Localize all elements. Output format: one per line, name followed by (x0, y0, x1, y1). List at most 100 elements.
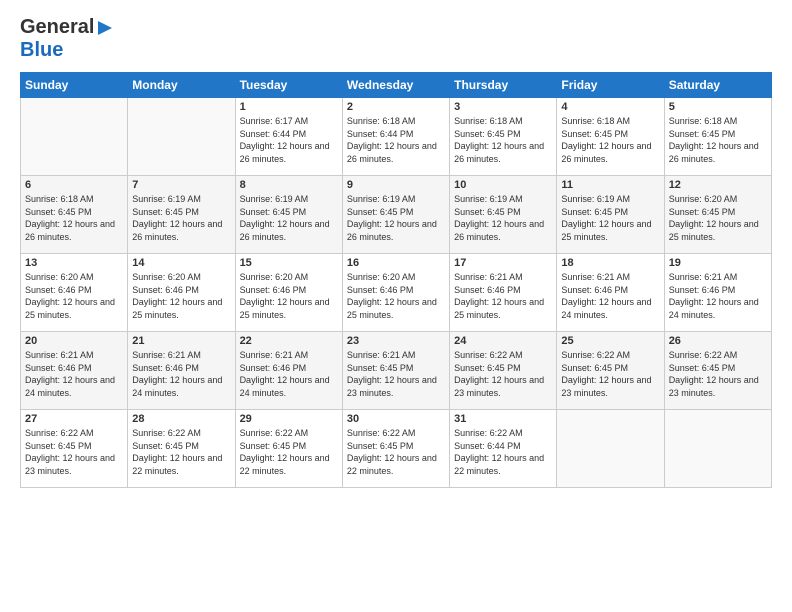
day-info: Sunrise: 6:21 AM Sunset: 6:46 PM Dayligh… (669, 271, 767, 321)
logo-blue-text: Blue (20, 39, 63, 61)
day-number: 20 (25, 335, 123, 347)
day-number: 12 (669, 179, 767, 191)
day-number: 24 (454, 335, 552, 347)
calendar-cell: 7 Sunrise: 6:19 AM Sunset: 6:45 PM Daylig… (128, 176, 235, 254)
day-info: Sunrise: 6:22 AM Sunset: 6:45 PM Dayligh… (240, 427, 338, 477)
day-info: Sunrise: 6:20 AM Sunset: 6:46 PM Dayligh… (347, 271, 445, 321)
day-header-wednesday: Wednesday (342, 73, 449, 98)
calendar-cell: 27 Sunrise: 6:22 AM Sunset: 6:45 PM Dayli… (21, 410, 128, 488)
page: General Blue SundayMondayTuesdayWednesda… (0, 0, 792, 612)
day-info: Sunrise: 6:21 AM Sunset: 6:46 PM Dayligh… (561, 271, 659, 321)
day-header-thursday: Thursday (450, 73, 557, 98)
day-number: 3 (454, 101, 552, 113)
calendar-cell: 12 Sunrise: 6:20 AM Sunset: 6:45 PM Dayli… (664, 176, 771, 254)
day-number: 28 (132, 413, 230, 425)
day-info: Sunrise: 6:22 AM Sunset: 6:45 PM Dayligh… (25, 427, 123, 477)
day-number: 17 (454, 257, 552, 269)
day-number: 31 (454, 413, 552, 425)
day-info: Sunrise: 6:21 AM Sunset: 6:46 PM Dayligh… (454, 271, 552, 321)
calendar-cell: 17 Sunrise: 6:21 AM Sunset: 6:46 PM Dayli… (450, 254, 557, 332)
day-info: Sunrise: 6:18 AM Sunset: 6:44 PM Dayligh… (347, 115, 445, 165)
calendar-cell: 8Sunrise: 6:19 AM Sunset: 6:45 PM Daylig… (235, 176, 342, 254)
calendar-cell: 15Sunrise: 6:20 AM Sunset: 6:46 PM Dayli… (235, 254, 342, 332)
day-info: Sunrise: 6:22 AM Sunset: 6:44 PM Dayligh… (454, 427, 552, 477)
day-number: 7 (132, 179, 230, 191)
day-info: Sunrise: 6:19 AM Sunset: 6:45 PM Dayligh… (454, 193, 552, 243)
day-info: Sunrise: 6:20 AM Sunset: 6:46 PM Dayligh… (25, 271, 123, 321)
day-info: Sunrise: 6:21 AM Sunset: 6:46 PM Dayligh… (132, 349, 230, 399)
day-number: 6 (25, 179, 123, 191)
day-info: Sunrise: 6:18 AM Sunset: 6:45 PM Dayligh… (454, 115, 552, 165)
calendar-cell: 21 Sunrise: 6:21 AM Sunset: 6:46 PM Dayli… (128, 332, 235, 410)
day-info: Sunrise: 6:20 AM Sunset: 6:46 PM Dayligh… (132, 271, 230, 321)
day-number: 29 (240, 413, 338, 425)
calendar-cell: 14 Sunrise: 6:20 AM Sunset: 6:46 PM Dayli… (128, 254, 235, 332)
day-number: 10 (454, 179, 552, 191)
day-info: Sunrise: 6:19 AM Sunset: 6:45 PM Dayligh… (132, 193, 230, 243)
calendar-cell: 13 Sunrise: 6:20 AM Sunset: 6:46 PM Dayli… (21, 254, 128, 332)
day-info: Sunrise: 6:22 AM Sunset: 6:45 PM Dayligh… (561, 349, 659, 399)
day-number: 9 (347, 179, 445, 191)
header: General Blue (20, 16, 772, 62)
day-info: Sunrise: 6:18 AM Sunset: 6:45 PM Dayligh… (669, 115, 767, 165)
day-info: Sunrise: 6:19 AM Sunset: 6:45 PM Dayligh… (347, 193, 445, 243)
header-row: SundayMondayTuesdayWednesdayThursdayFrid… (21, 73, 772, 98)
day-info: Sunrise: 6:20 AM Sunset: 6:45 PM Dayligh… (669, 193, 767, 243)
calendar-cell: 18 Sunrise: 6:21 AM Sunset: 6:46 PM Dayli… (557, 254, 664, 332)
day-number: 14 (132, 257, 230, 269)
day-number: 30 (347, 413, 445, 425)
day-number: 21 (132, 335, 230, 347)
calendar-cell: 26Sunrise: 6:22 AM Sunset: 6:45 PM Dayli… (664, 332, 771, 410)
calendar-cell: 31 Sunrise: 6:22 AM Sunset: 6:44 PM Dayli… (450, 410, 557, 488)
logo-general-text: General (20, 16, 94, 39)
day-number: 23 (347, 335, 445, 347)
day-number: 13 (25, 257, 123, 269)
day-number: 8 (240, 179, 338, 191)
day-header-monday: Monday (128, 73, 235, 98)
day-info: Sunrise: 6:18 AM Sunset: 6:45 PM Dayligh… (25, 193, 123, 243)
day-number: 18 (561, 257, 659, 269)
calendar-cell: 30 Sunrise: 6:22 AM Sunset: 6:45 PM Dayli… (342, 410, 449, 488)
calendar-cell: 16Sunrise: 6:20 AM Sunset: 6:46 PM Dayli… (342, 254, 449, 332)
calendar-cell: 6 Sunrise: 6:18 AM Sunset: 6:45 PM Daylig… (21, 176, 128, 254)
day-number: 4 (561, 101, 659, 113)
calendar-cell: 9 Sunrise: 6:19 AM Sunset: 6:45 PM Daylig… (342, 176, 449, 254)
calendar-cell (664, 410, 771, 488)
calendar-cell: 2 Sunrise: 6:18 AM Sunset: 6:44 PM Daylig… (342, 98, 449, 176)
day-info: Sunrise: 6:20 AM Sunset: 6:46 PM Dayligh… (240, 271, 338, 321)
calendar-cell: 3 Sunrise: 6:18 AM Sunset: 6:45 PM Daylig… (450, 98, 557, 176)
calendar-cell: 25 Sunrise: 6:22 AM Sunset: 6:45 PM Dayli… (557, 332, 664, 410)
day-number: 27 (25, 413, 123, 425)
calendar-cell: 5Sunrise: 6:18 AM Sunset: 6:45 PM Daylig… (664, 98, 771, 176)
day-info: Sunrise: 6:19 AM Sunset: 6:45 PM Dayligh… (561, 193, 659, 243)
week-row-3: 13 Sunrise: 6:20 AM Sunset: 6:46 PM Dayli… (21, 254, 772, 332)
day-number: 25 (561, 335, 659, 347)
day-info: Sunrise: 6:17 AM Sunset: 6:44 PM Dayligh… (240, 115, 338, 165)
calendar-cell (557, 410, 664, 488)
day-info: Sunrise: 6:22 AM Sunset: 6:45 PM Dayligh… (132, 427, 230, 477)
calendar-cell: 29 Sunrise: 6:22 AM Sunset: 6:45 PM Dayli… (235, 410, 342, 488)
day-number: 2 (347, 101, 445, 113)
day-header-tuesday: Tuesday (235, 73, 342, 98)
day-info: Sunrise: 6:21 AM Sunset: 6:46 PM Dayligh… (25, 349, 123, 399)
day-info: Sunrise: 6:22 AM Sunset: 6:45 PM Dayligh… (347, 427, 445, 477)
day-info: Sunrise: 6:18 AM Sunset: 6:45 PM Dayligh… (561, 115, 659, 165)
week-row-4: 20 Sunrise: 6:21 AM Sunset: 6:46 PM Dayli… (21, 332, 772, 410)
day-header-saturday: Saturday (664, 73, 771, 98)
calendar-cell: 11Sunrise: 6:19 AM Sunset: 6:45 PM Dayli… (557, 176, 664, 254)
calendar-cell: 4 Sunrise: 6:18 AM Sunset: 6:45 PM Daylig… (557, 98, 664, 176)
calendar-cell (21, 98, 128, 176)
calendar-cell: 20 Sunrise: 6:21 AM Sunset: 6:46 PM Dayli… (21, 332, 128, 410)
calendar-cell: 10 Sunrise: 6:19 AM Sunset: 6:45 PM Dayli… (450, 176, 557, 254)
calendar-cell: 1 Sunrise: 6:17 AM Sunset: 6:44 PM Daylig… (235, 98, 342, 176)
day-number: 19 (669, 257, 767, 269)
calendar-cell: 19 Sunrise: 6:21 AM Sunset: 6:46 PM Dayli… (664, 254, 771, 332)
calendar-table: SundayMondayTuesdayWednesdayThursdayFrid… (20, 72, 772, 488)
day-number: 26 (669, 335, 767, 347)
calendar-cell: 24Sunrise: 6:22 AM Sunset: 6:45 PM Dayli… (450, 332, 557, 410)
day-number: 22 (240, 335, 338, 347)
calendar-cell: 23Sunrise: 6:21 AM Sunset: 6:45 PM Dayli… (342, 332, 449, 410)
week-row-2: 6 Sunrise: 6:18 AM Sunset: 6:45 PM Daylig… (21, 176, 772, 254)
day-number: 1 (240, 101, 338, 113)
week-row-1: 1 Sunrise: 6:17 AM Sunset: 6:44 PM Daylig… (21, 98, 772, 176)
